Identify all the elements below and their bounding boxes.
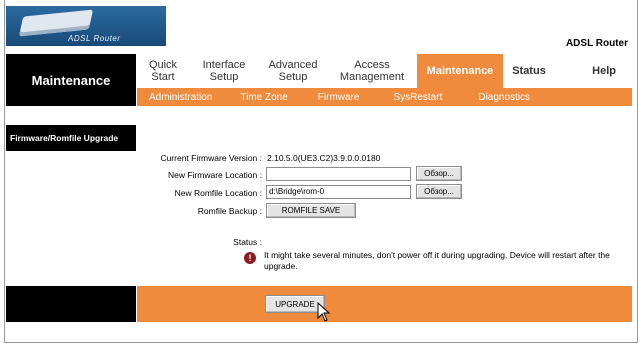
router-device-icon bbox=[18, 9, 94, 37]
sub-menu: Administration Time Zone Firmware SysRes… bbox=[137, 88, 632, 106]
menu-help[interactable]: Help bbox=[555, 54, 632, 88]
new-romfile-label: New Romfile Location : bbox=[174, 188, 262, 198]
menu-advanced-setup[interactable]: Advanced Setup bbox=[259, 54, 327, 88]
mouse-cursor-icon bbox=[317, 302, 331, 322]
current-firmware-label: Current Firmware Version : bbox=[160, 153, 262, 163]
browse-firmware-button[interactable]: Обзор... bbox=[416, 166, 462, 181]
menu-status[interactable]: Status bbox=[503, 54, 555, 88]
warning-icon: ! bbox=[244, 252, 256, 264]
romfile-backup-label: Romfile Backup : bbox=[197, 206, 262, 216]
menu-quick-start[interactable]: Quick Start bbox=[137, 54, 189, 88]
page-header: Firmware/Romfile Upgrade bbox=[6, 125, 136, 151]
submenu-diagnostics[interactable]: Diagnostics bbox=[478, 92, 530, 103]
new-firmware-label: New Firmware Location : bbox=[167, 170, 262, 180]
logo-text: ADSL Router bbox=[68, 34, 121, 43]
status-message: It might take several minutes, don't pow… bbox=[264, 250, 610, 271]
footer-left-block bbox=[6, 286, 136, 322]
submenu-sysrestart[interactable]: SysRestart bbox=[393, 92, 442, 103]
section-title: Maintenance bbox=[6, 54, 136, 106]
romfile-save-button[interactable]: ROMFILE SAVE bbox=[266, 203, 356, 218]
main-menu: Quick Start Interface Setup Advanced Set… bbox=[137, 54, 632, 88]
menu-interface-setup[interactable]: Interface Setup bbox=[189, 54, 259, 88]
browse-romfile-button[interactable]: Обзор... bbox=[416, 184, 462, 199]
footer-bar bbox=[137, 286, 632, 322]
new-firmware-input[interactable] bbox=[266, 167, 411, 181]
submenu-administration[interactable]: Administration bbox=[149, 92, 212, 103]
current-firmware-value: 2.10.5.0(UE3.C2)3.9.0.0.0180 bbox=[267, 153, 381, 163]
submenu-time-zone[interactable]: Time Zone bbox=[240, 92, 287, 103]
status-label: Status : bbox=[233, 237, 262, 247]
new-romfile-input[interactable]: d:\Bridge\rom-0 bbox=[266, 185, 411, 199]
product-name: ADSL Router bbox=[565, 38, 628, 49]
menu-maintenance[interactable]: Maintenance bbox=[417, 54, 503, 88]
submenu-firmware[interactable]: Firmware bbox=[318, 92, 360, 103]
brand-logo: ADSL Router bbox=[6, 6, 166, 46]
upgrade-button[interactable]: UPGRADE bbox=[265, 295, 325, 313]
menu-access-management[interactable]: Access Management bbox=[327, 54, 417, 88]
